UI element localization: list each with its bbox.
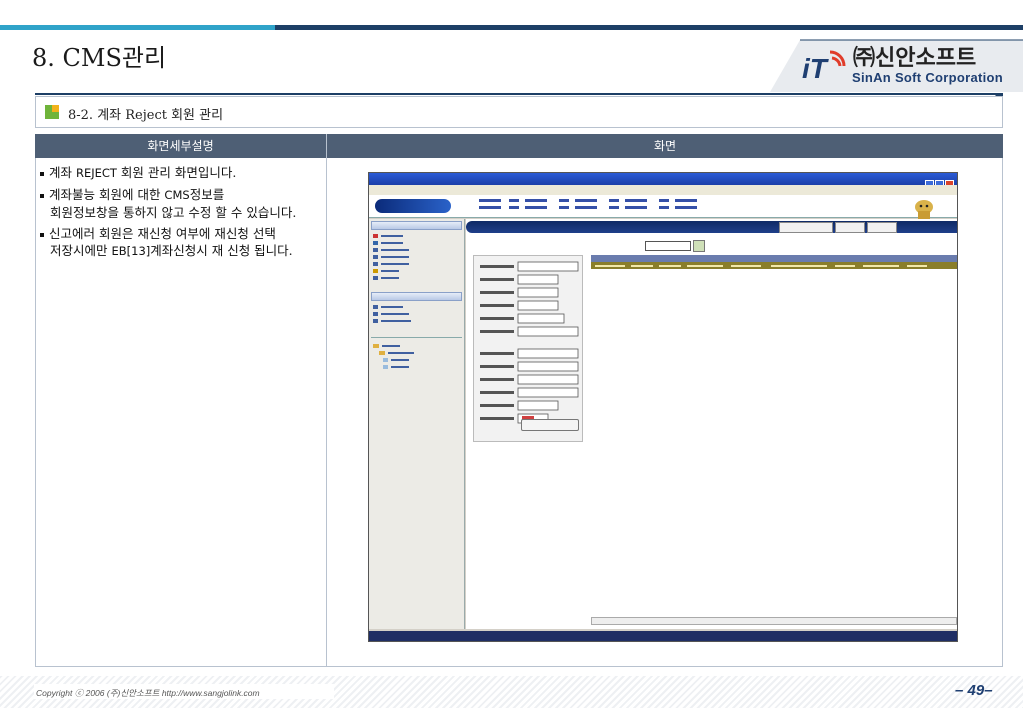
sidebar-menu-items [373, 234, 409, 280]
app-grid-row-cells [595, 265, 927, 267]
description-item: 신고에러 회원은 재신청 여부에 재신청 선택 저장시에만 EB[13]계좌신청시… [40, 225, 322, 260]
logo-company-subtitle: SinAn Soft Corporation [852, 70, 1004, 85]
table-header-description: 화면세부설명 [147, 139, 214, 153]
sidebar-section-header[interactable] [371, 292, 462, 301]
app-edit-form [473, 255, 583, 442]
page-title: 8. CMS관리 [32, 44, 167, 72]
app-header-stats [479, 199, 697, 209]
app-title-bar [369, 173, 957, 185]
sidebar-tree [373, 344, 414, 369]
column-divider [326, 134, 327, 667]
app-grid-header [591, 255, 957, 262]
logo-icon: iT [802, 50, 846, 84]
logo-company-name: ㈜신안소프트 [853, 46, 977, 71]
svg-text:iT: iT [802, 53, 830, 84]
app-status-bar [369, 631, 957, 641]
app-search-input[interactable] [645, 241, 691, 251]
app-toolbar-button[interactable] [835, 222, 865, 233]
app-screenshot [368, 172, 958, 642]
app-save-button[interactable] [521, 419, 579, 431]
app-menu-bar [369, 185, 957, 195]
app-horizontal-scrollbar[interactable] [591, 617, 957, 625]
page-number: – 49– [955, 682, 993, 699]
sidebar-section-header[interactable] [371, 221, 462, 230]
app-toolbar-button[interactable] [867, 222, 897, 233]
table-header-screen: 화면 [653, 139, 677, 153]
app-logo [375, 199, 451, 213]
app-sidebar-radio-group[interactable] [371, 617, 463, 626]
app-search-icon[interactable] [693, 240, 705, 252]
top-accent-bar [0, 25, 275, 30]
section-bullet-icon [45, 105, 59, 119]
top-accent-bar-dark [275, 25, 1023, 30]
title-divider [35, 93, 1003, 95]
sidebar-menu-items [373, 305, 411, 323]
footer-copyright: Copyright ⓒ 2006 (주)신안소프트 http://www.san… [36, 688, 260, 698]
app-form-fields [480, 261, 579, 424]
description-item: 계좌 REJECT 회원 관리 화면입니다. [40, 164, 322, 182]
app-sidebar [369, 219, 465, 629]
section-title: 8-2. 계좌 Reject 회원 관리 [68, 108, 224, 123]
description-item: 계좌불능 회원에 대한 CMS정보를 회원정보창을 통하지 않고 수정 할 수 있… [40, 186, 322, 221]
app-toolbar-button[interactable] [779, 222, 833, 233]
description-list: 계좌 REJECT 회원 관리 화면입니다. 계좌불능 회원에 대한 CMS정보… [40, 164, 322, 264]
